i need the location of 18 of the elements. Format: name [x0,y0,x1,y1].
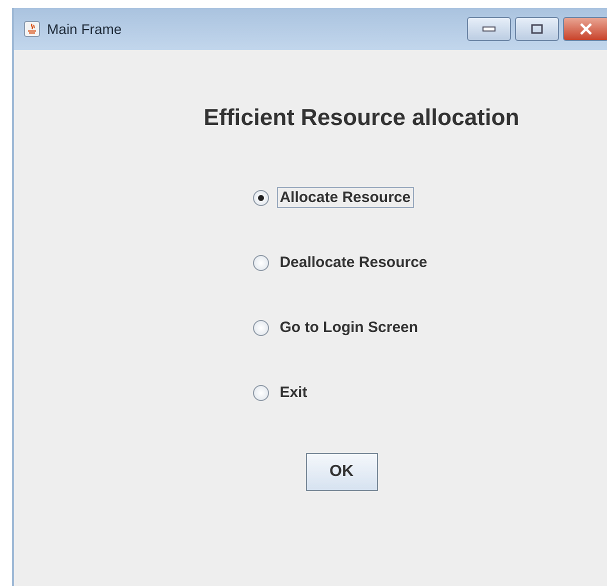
radio-button[interactable] [252,384,269,400]
maximize-icon [531,24,543,34]
maximize-button[interactable] [515,17,559,41]
close-button[interactable] [563,17,607,41]
heading: Efficient Resource allocation [204,104,520,131]
radio-button[interactable] [252,320,269,336]
minimize-button[interactable] [467,17,511,41]
option-label[interactable]: Exit [276,382,310,403]
ok-button[interactable]: OK [306,453,378,491]
radio-button[interactable] [252,190,269,206]
minimize-icon [482,26,496,32]
option-label[interactable]: Allocate Resource [276,187,414,208]
option-label[interactable]: Deallocate Resource [276,252,430,273]
close-icon [579,23,593,35]
option-label[interactable]: Go to Login Screen [276,317,422,338]
radio-button[interactable] [252,254,269,270]
window-title: Main Frame [47,21,123,37]
app-icon [24,21,40,37]
